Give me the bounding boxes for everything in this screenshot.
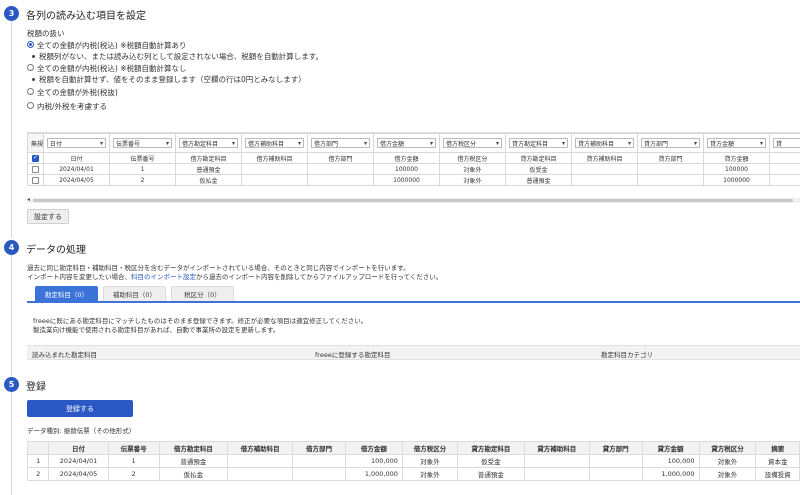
section-3-title: 各列の読み込む項目を設定 xyxy=(26,11,146,22)
option-label[interactable]: 全ての金額が外税(税抜) xyxy=(37,87,118,98)
column-header: 読み込まれた勘定科目 xyxy=(32,351,97,359)
option-label[interactable]: 内税/外税を考慮する xyxy=(37,101,107,112)
column-select[interactable]: 伝票番号 ▾ xyxy=(113,138,172,148)
column-select[interactable]: 借方金額 ▾ xyxy=(377,138,436,148)
column-select[interactable]: 日付 ▾ xyxy=(47,138,106,148)
chevron-down-icon: ▾ xyxy=(99,139,103,147)
radio-tax-inclusive-manual[interactable] xyxy=(27,64,34,71)
column-header: 勘定科目カテゴリ xyxy=(601,351,653,359)
column-mapping-table: 無視 日付 ▾ 伝票番号 ▾ 借方勘定科目 ▾ 借方補助科目 ▾ 借方部門 ▾ 借方金額 ▾… xyxy=(27,132,800,198)
section-4-title: データの処理 xyxy=(26,245,86,256)
column-select[interactable]: 借方税区分 ▾ xyxy=(443,138,502,148)
option-label[interactable]: 全ての金額が内税(税込) ※税額自動計算あり xyxy=(37,40,187,51)
chevron-down-icon: ▾ xyxy=(231,139,235,147)
table-row: 1 2024/04/01 1 普通預金 100,000 対象外 仮受金 100,… xyxy=(26,454,800,468)
scrollbar-thumb[interactable] xyxy=(33,199,793,202)
chevron-down-icon: ▾ xyxy=(363,139,367,147)
tab-sub-accounts[interactable]: 補助科目（0） xyxy=(103,286,166,302)
table-header-row: 日付 伝票番号 借方勘定科目 借方補助科目 借方部門 借方金額 借方税区分 貸方… xyxy=(26,441,800,455)
tab-underline xyxy=(27,301,800,303)
chevron-down-icon: ▾ xyxy=(165,139,169,147)
ignore-checkbox[interactable] xyxy=(32,165,39,173)
csv-data-row: 2024/04/01 1 普通預金 100000 対象外 仮受金 100000 xyxy=(27,163,800,175)
radio-tax-inclusive-auto[interactable] xyxy=(27,41,34,48)
registration-preview-table: 日付 伝票番号 借方勘定科目 借方補助科目 借方部門 借方金額 借方税区分 貸方… xyxy=(26,441,800,481)
timeline-line xyxy=(11,254,12,376)
register-button[interactable]: 登録する xyxy=(27,400,133,417)
radio-consider-inclusive-exclusive[interactable] xyxy=(27,102,34,109)
timeline-line xyxy=(11,392,12,495)
chevron-down-icon: ▾ xyxy=(429,139,433,147)
column-select[interactable]: 貸方金額 ▾ xyxy=(707,138,766,148)
process-description-2: インポート内容を変更したい場合、科目のインポート設定から過去のインポート内容を削… xyxy=(27,273,443,281)
bullet-dot xyxy=(32,55,35,58)
horizontal-scrollbar[interactable]: ◂ xyxy=(27,196,800,203)
column-select[interactable]: 貸方部門 ▾ xyxy=(641,138,700,148)
account-info-text-2: 製造業向け機能で使用される勘定科目があれば、自動で事業所の設定を更新します。 xyxy=(33,326,280,334)
option-note: 税額を自動計算せず、値をそのまま登録します（空欄の行は0円とみなします） xyxy=(39,75,306,84)
apply-settings-button[interactable]: 設定する xyxy=(27,209,69,224)
option-note: 税額列がない、または読み込む列として設定されない場合、税額を自動計算します。 xyxy=(39,52,324,61)
chevron-down-icon: ▾ xyxy=(297,139,301,147)
chevron-down-icon: ▾ xyxy=(693,139,697,147)
tab-tax-categories[interactable]: 税区分（0） xyxy=(171,286,234,302)
radio-tax-exclusive[interactable] xyxy=(27,88,34,95)
data-type-label: データ種別: 振替伝票（その他形式） xyxy=(27,427,136,435)
table-row: 2 2024/04/05 2 仮払金 1,000,000 対象外 普通預金 1,… xyxy=(26,467,800,481)
ignore-column-label: 無視 xyxy=(27,133,44,153)
ignore-checkbox[interactable] xyxy=(32,176,39,184)
section-5-title: 登録 xyxy=(26,382,46,393)
csv-header-row: 日付 伝票番号 借方勘定科目 借方補助科目 借方部門 借方金額 借方税区分 貸方… xyxy=(27,152,800,164)
ignore-checkbox[interactable] xyxy=(32,154,39,162)
tab-account-items[interactable]: 勘定科目（0） xyxy=(35,286,98,302)
csv-data-row: 2024/04/05 2 仮払金 1000000 対象外 普通預金 100000… xyxy=(27,174,800,186)
bullet-dot xyxy=(32,78,35,81)
column-header: freeeに登録する勘定科目 xyxy=(315,351,391,359)
tax-handling-heading: 税額の扱い xyxy=(27,29,65,38)
step-5-badge: 5 xyxy=(4,377,19,392)
option-label[interactable]: 全ての金額が内税(税込) ※税額自動計算なし xyxy=(37,63,187,74)
scroll-left-arrow-icon[interactable]: ◂ xyxy=(27,196,30,203)
chevron-down-icon: ▾ xyxy=(627,139,631,147)
column-select[interactable]: 借方補助科目 ▾ xyxy=(245,138,304,148)
column-select[interactable]: 借方勘定科目 ▾ xyxy=(179,138,238,148)
import-settings-link[interactable]: 科目のインポート設定 xyxy=(131,273,196,281)
account-mapping-table-header: 読み込まれた勘定科目 freeeに登録する勘定科目 勘定科目カテゴリ xyxy=(27,345,800,360)
chevron-down-icon: ▾ xyxy=(759,139,763,147)
step-4-badge: 4 xyxy=(4,240,19,255)
column-select[interactable]: 借方部門 ▾ xyxy=(311,138,370,148)
column-select[interactable]: 貸方補助科目 ▾ xyxy=(575,138,634,148)
chevron-down-icon: ▾ xyxy=(561,139,565,147)
timeline-line xyxy=(11,20,12,238)
step-3-badge: 3 xyxy=(4,6,19,21)
column-select[interactable]: 貸▾ xyxy=(773,138,800,148)
chevron-down-icon: ▾ xyxy=(495,139,499,147)
column-select[interactable]: 貸方勘定科目 ▾ xyxy=(509,138,568,148)
